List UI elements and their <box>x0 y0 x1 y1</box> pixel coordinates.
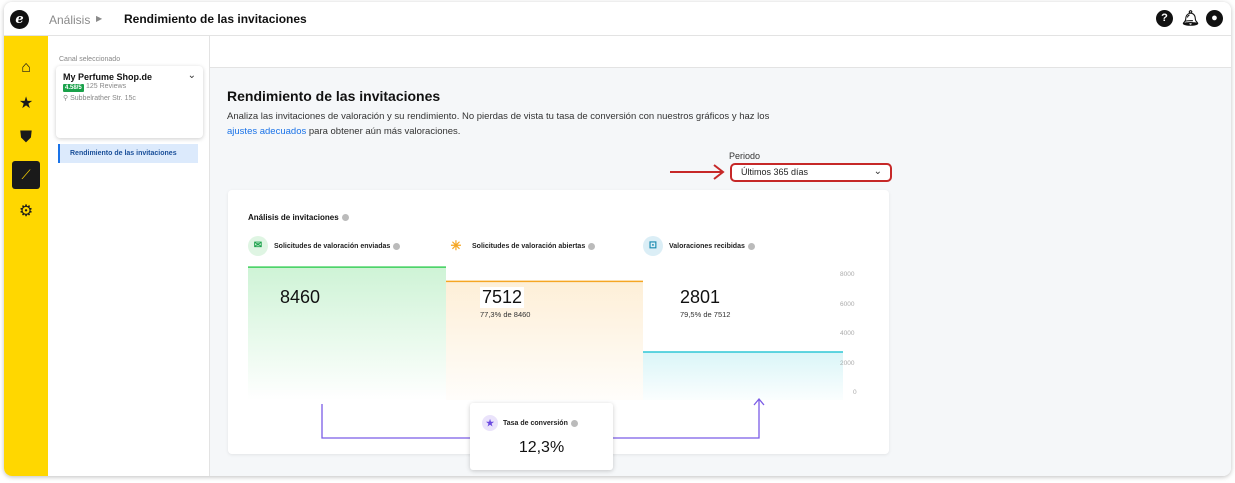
page-header-title: Rendimiento de las invitaciones <box>124 12 307 26</box>
app-logo[interactable]: e <box>10 10 29 29</box>
main-content: Rendimiento de las invitaciones Analiza … <box>210 36 1231 476</box>
main-top-strip <box>210 36 1231 68</box>
sidebar-item-invitations[interactable]: Rendimiento de las invitaciones <box>58 144 198 163</box>
shop-address: ⚲ Subbelrather Str. 15c <box>63 95 136 102</box>
rating-badge: 4.58/5 <box>63 84 84 92</box>
periodo-select[interactable]: Últimos 365 días ⌄ <box>730 163 892 182</box>
bell-icon[interactable]: 🔔︎ <box>1181 10 1200 27</box>
user-icon[interactable]: ● <box>1206 10 1223 27</box>
breadcrumb[interactable]: Análisis <box>49 13 90 27</box>
chevron-down-icon[interactable]: ⌄ <box>188 70 196 81</box>
chevron-down-icon: ⌄ <box>873 166 882 177</box>
conversion-header: ★ Tasa de conversión <box>482 415 578 431</box>
invitations-analysis-card: Análisis de invitaciones ✉ Solicitudes d… <box>228 190 889 470</box>
received-value: 2801 <box>680 287 721 307</box>
conversion-connector <box>321 404 470 439</box>
top-bar: e Análisis ▶ Rendimiento de las invitaci… <box>4 2 1231 36</box>
sidebar: Canal seleccionado My Perfume Shop.de ⌄ … <box>48 36 210 476</box>
location-pin-icon: ⚲ <box>63 95 69 102</box>
breadcrumb-arrow-icon: ▶ <box>96 14 103 23</box>
shop-selector[interactable]: My Perfume Shop.de ⌄ 4.58/5 125 Reviews … <box>56 66 203 138</box>
analytics-icon[interactable]: ⟋ <box>12 161 40 189</box>
periodo-label: Periodo <box>729 151 761 161</box>
funnel-area <box>446 281 643 400</box>
icon-rail: ⌂ ★ ⛊ ⟋ ⚙ <box>4 36 48 476</box>
reviews-count: 125 Reviews <box>86 83 127 90</box>
conversion-icon: ★ <box>482 415 498 431</box>
page-title: Rendimiento de las invitaciones <box>227 88 441 104</box>
y-tick-label: 2000 <box>840 360 855 367</box>
conversion-value: 12,3% <box>518 439 565 456</box>
funnel-area <box>248 267 446 400</box>
page-description: Analiza las invitaciones de valoración y… <box>227 111 770 137</box>
opened-sub: 77,3% de 8460 <box>480 310 531 319</box>
periodo-value: Últimos 365 días <box>741 167 809 177</box>
star-icon[interactable]: ★ <box>4 90 48 118</box>
y-tick-label: 4000 <box>840 330 855 337</box>
conversion-connector <box>613 400 760 439</box>
shield-icon[interactable]: ⛊ <box>4 124 48 152</box>
adjustments-link[interactable]: ajustes adecuados <box>227 126 306 137</box>
gear-icon[interactable]: ⚙ <box>4 198 48 226</box>
app-window: e Análisis ▶ Rendimiento de las invitaci… <box>4 2 1231 476</box>
sent-value: 8460 <box>280 287 321 307</box>
help-icon[interactable]: ? <box>1156 10 1173 27</box>
canal-label: Canal seleccionado <box>59 56 121 63</box>
top-icons: ? 🔔︎ ● <box>1156 10 1223 27</box>
funnel-area <box>643 351 843 400</box>
red-arrow-icon <box>670 164 725 180</box>
info-icon[interactable] <box>570 419 578 427</box>
y-tick-label: 0 <box>853 389 857 396</box>
y-tick-label: 8000 <box>840 271 855 278</box>
opened-value: 7512 <box>480 287 525 308</box>
y-tick-label: 6000 <box>840 301 855 308</box>
home-icon[interactable]: ⌂ <box>4 54 48 82</box>
conversion-box: ★ Tasa de conversión 12,3% <box>470 403 613 470</box>
received-sub: 79,5% de 7512 <box>680 310 731 319</box>
shop-name: My Perfume Shop.de <box>63 72 153 82</box>
